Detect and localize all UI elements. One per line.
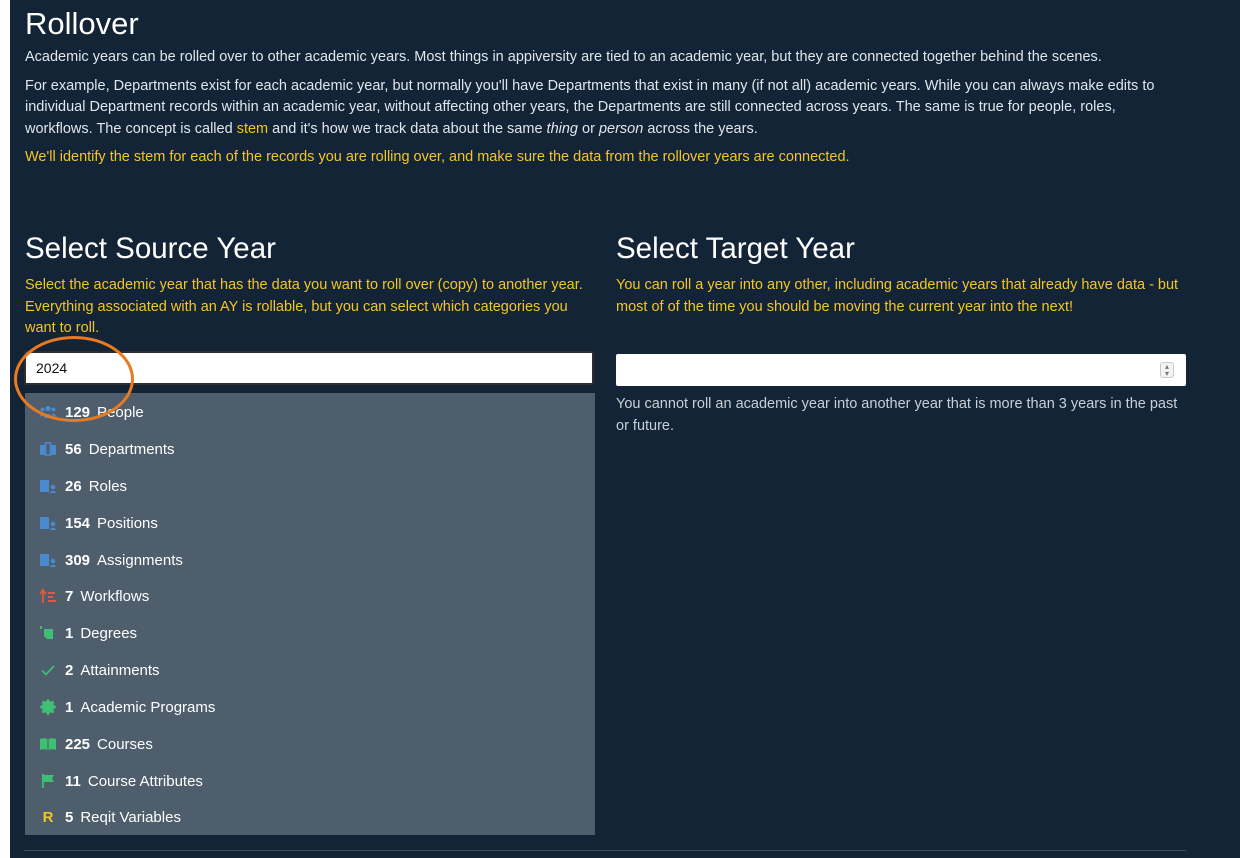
category-item-workflows[interactable]: 7 Workflows: [39, 584, 149, 608]
category-item-attainments[interactable]: 2 Attainments: [39, 658, 160, 682]
intro-paragraph-2: For example, Departments exist for each …: [25, 76, 1175, 141]
category-item-departments[interactable]: 56 Departments: [39, 437, 175, 461]
stem-link[interactable]: stem: [237, 121, 268, 137]
rollover-panel: Rollover Academic years can be rolled ov…: [10, 0, 1240, 858]
category-label: Courses: [97, 735, 153, 753]
highlight-circle: [14, 336, 134, 422]
category-item-positions[interactable]: 154 Positions: [39, 511, 158, 535]
intro-paragraph-1: Academic years can be rolled over to oth…: [25, 49, 1102, 65]
category-label: Degrees: [80, 624, 138, 642]
degrees-icon: [39, 625, 57, 641]
workflows-icon: [39, 588, 57, 604]
check-icon: [39, 662, 57, 678]
category-count: 1: [65, 624, 74, 642]
source-description: Select the academic year that has the da…: [25, 277, 583, 336]
category-item-academic-programs[interactable]: 1 Academic Programs: [39, 695, 215, 719]
roles-icon: [39, 478, 57, 494]
reqit-r-icon: R: [42, 808, 54, 826]
page-title: Rollover: [25, 6, 139, 41]
intro-thing: thing: [546, 120, 578, 137]
category-label: Roles: [88, 477, 128, 495]
positions-icon: [39, 515, 57, 531]
category-item-assignments[interactable]: 309 Assignments: [39, 548, 183, 572]
intro-p2-end: across the years.: [643, 120, 758, 137]
category-label: Departments: [88, 440, 175, 458]
category-label: Reqit Variables: [80, 808, 181, 826]
flag-icon: [39, 773, 57, 789]
category-count: 2: [65, 661, 74, 679]
category-count: 56: [65, 440, 82, 458]
category-item-course-attributes[interactable]: 11 Course Attributes: [39, 769, 203, 793]
category-label: Positions: [97, 514, 158, 532]
category-count: 154: [65, 514, 91, 532]
intro-person: person: [598, 120, 644, 137]
target-heading: Select Target Year: [616, 232, 855, 265]
departments-icon: [39, 441, 57, 457]
category-count: 11: [65, 772, 81, 790]
intro-paragraph-3: We'll identify the stem for each of the …: [25, 149, 850, 165]
badge-icon: [39, 699, 57, 715]
category-count: 309: [65, 551, 91, 569]
intro-or: or: [578, 120, 599, 137]
intro-p2-mid: and it's how we track data about the sam…: [268, 120, 547, 137]
year-stepper-icon[interactable]: ▴ ▾: [1160, 362, 1174, 378]
target-hint: You cannot roll an academic year into an…: [616, 396, 1178, 434]
category-count: 7: [65, 587, 74, 605]
target-description: You can roll a year into any other, incl…: [616, 277, 1179, 315]
category-label: Workflows: [80, 587, 150, 605]
intro-text: Academic years can be rolled over to oth…: [25, 47, 1175, 176]
category-item-reqit-variables[interactable]: R 5 Reqit Variables: [39, 805, 181, 829]
assignments-icon: [39, 552, 57, 568]
category-label: Course Attributes: [87, 772, 203, 790]
book-icon: [39, 736, 57, 752]
category-item-courses[interactable]: 225 Courses: [39, 732, 153, 756]
category-label: Assignments: [97, 551, 183, 569]
category-count: 1: [65, 698, 74, 716]
target-year-input[interactable]: ▴ ▾: [616, 354, 1186, 386]
source-category-list: 129 People 56 Departments 26 Roles 154 Position…: [25, 393, 595, 835]
category-label: Academic Programs: [80, 698, 216, 716]
divider: [24, 850, 1186, 851]
category-count: 26: [65, 477, 82, 495]
category-count: 5: [65, 808, 74, 826]
category-item-roles[interactable]: 26 Roles: [39, 474, 127, 498]
category-label: Attainments: [80, 661, 160, 679]
category-count: 225: [65, 735, 91, 753]
source-heading: Select Source Year: [25, 232, 276, 265]
category-item-degrees[interactable]: 1 Degrees: [39, 621, 137, 645]
